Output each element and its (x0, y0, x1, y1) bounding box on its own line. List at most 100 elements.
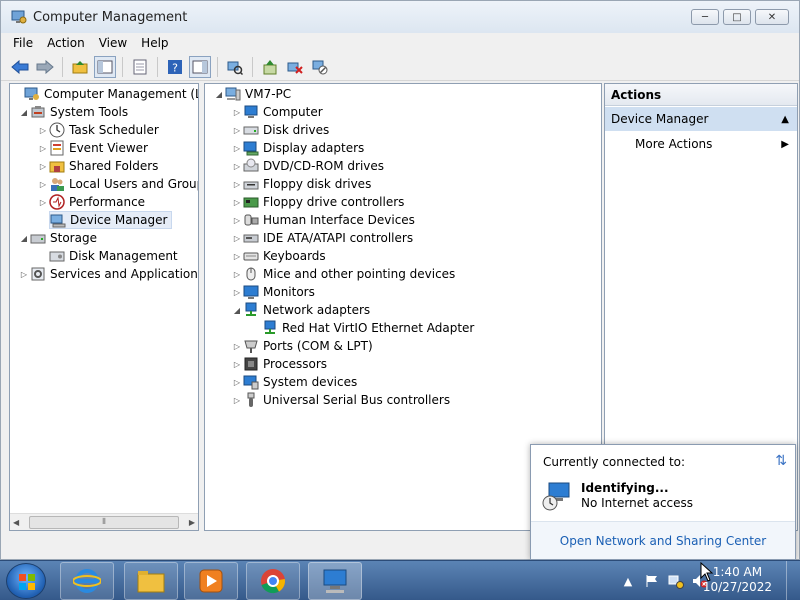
show-hide-console-tree-button[interactable] (94, 55, 116, 78)
taskbar-internet-explorer[interactable] (60, 562, 114, 600)
device-category-computer[interactable]: ▷ Computer (231, 103, 323, 121)
menu-help[interactable]: Help (141, 36, 168, 50)
horizontal-scrollbar[interactable]: ◀ ⦀ ▶ (10, 513, 198, 530)
device-category-display-adapters[interactable]: ▷ Display adapters (231, 139, 364, 157)
network-flyout-heading: Currently connected to: (543, 455, 686, 469)
taskbar-computer-management[interactable] (308, 562, 362, 600)
collapsed-arrow-icon[interactable]: ▷ (37, 126, 49, 135)
menu-action[interactable]: Action (47, 36, 85, 50)
maximize-button[interactable]: □ (723, 9, 751, 25)
show-hidden-icons-icon[interactable]: ▲ (619, 572, 637, 590)
menu-file[interactable]: File (13, 36, 33, 50)
device-category-human-interface-devices[interactable]: ▷ Human Interface Devices (231, 211, 415, 229)
window-title: Computer Management (33, 9, 188, 25)
tree-item-disk-management[interactable]: Disk Management (49, 247, 178, 265)
collapsed-arrow-icon[interactable]: ▷ (18, 270, 30, 279)
device-category-mice[interactable]: ▷ Mice and other pointing devices (231, 265, 455, 283)
tree-item-system-tools[interactable]: ◢ System Tools (18, 103, 128, 121)
collapsed-arrow-icon[interactable]: ▷ (231, 108, 243, 117)
title-bar[interactable]: Computer Management ─ □ ✕ (1, 1, 799, 33)
device-category-ports[interactable]: ▷ Ports (COM & LPT) (231, 337, 373, 355)
device-category-monitors[interactable]: ▷ Monitors (231, 283, 315, 301)
device-category-dvd-drives[interactable]: ▷ DVD/CD-ROM drives (231, 157, 384, 175)
expanded-arrow-icon[interactable]: ◢ (18, 234, 30, 243)
collapsed-arrow-icon[interactable]: ▷ (37, 144, 49, 153)
device-category-disk-drives[interactable]: ▷ Disk drives (231, 121, 329, 139)
collapsed-arrow-icon[interactable]: ▷ (231, 216, 243, 225)
menu-view[interactable]: View (99, 36, 127, 50)
tree-item-task-scheduler[interactable]: ▷ Task Scheduler (37, 121, 159, 139)
properties-button[interactable] (129, 56, 151, 78)
storage-icon (30, 234, 46, 244)
tree-item-storage[interactable]: ◢ Storage (18, 229, 97, 247)
collapsed-arrow-icon[interactable]: ▷ (231, 378, 243, 387)
network-flyout-footer: Open Network and Sharing Center (531, 521, 795, 559)
collapsed-arrow-icon[interactable]: ▷ (231, 144, 243, 153)
uninstall-device-button[interactable] (284, 56, 306, 78)
collapsed-arrow-icon[interactable]: ▷ (231, 252, 243, 261)
taskbar-windows-explorer[interactable] (124, 562, 178, 600)
taskbar-media-player[interactable] (184, 562, 238, 600)
scan-hardware-button[interactable] (224, 56, 246, 78)
collapsed-arrow-icon[interactable]: ▷ (231, 162, 243, 171)
expanded-arrow-icon[interactable]: ◢ (231, 306, 243, 315)
show-hide-action-pane-button[interactable] (189, 55, 211, 78)
expanded-arrow-icon[interactable]: ◢ (213, 90, 225, 99)
collapsed-arrow-icon[interactable]: ▷ (231, 180, 243, 189)
collapsed-arrow-icon[interactable]: ▷ (231, 198, 243, 207)
device-category-network-adapters[interactable]: ◢ Network adapters (231, 301, 370, 319)
more-actions-item[interactable]: More Actions ▶ (605, 134, 797, 154)
expanded-arrow-icon[interactable]: ◢ (18, 108, 30, 117)
collapsed-arrow-icon[interactable]: ▷ (231, 342, 243, 351)
scroll-right-icon[interactable]: ▶ (189, 518, 195, 527)
collapsed-arrow-icon[interactable]: ▷ (231, 396, 243, 405)
device-tree-root[interactable]: ◢ VM7-PC (213, 85, 291, 103)
device-category-floppy-disk-drives[interactable]: ▷ Floppy disk drives (231, 175, 371, 193)
collapsed-arrow-icon[interactable]: ▷ (231, 234, 243, 243)
collapsed-arrow-icon[interactable]: ▷ (37, 162, 49, 171)
minimize-button[interactable]: ─ (691, 9, 719, 25)
taskbar-chrome[interactable] (246, 562, 300, 600)
tree-item-shared-folders[interactable]: ▷ Shared Folders (37, 157, 158, 175)
device-category-processors[interactable]: ▷ Processors (231, 355, 327, 373)
collapse-up-icon[interactable]: ▲ (781, 114, 789, 125)
more-actions-label: More Actions (635, 137, 713, 151)
device-label: DVD/CD-ROM drives (263, 159, 385, 173)
collapsed-arrow-icon[interactable]: ▷ (231, 360, 243, 369)
device-category-usb-controllers[interactable]: ▷ Universal Serial Bus controllers (231, 391, 450, 409)
console-tree-pane[interactable]: Computer Management (Local ◢ System Tool… (9, 83, 199, 531)
tree-item-device-manager[interactable]: Device Manager (49, 211, 173, 229)
close-button[interactable]: ✕ (755, 9, 789, 25)
up-one-level-button[interactable] (69, 56, 91, 78)
collapsed-arrow-icon[interactable]: ▷ (231, 126, 243, 135)
forward-button[interactable] (34, 56, 56, 78)
open-network-sharing-center-link[interactable]: Open Network and Sharing Center (560, 534, 766, 548)
start-button[interactable] (6, 563, 46, 599)
tree-item-computer-management[interactable]: Computer Management (Local (12, 85, 198, 103)
tree-item-event-viewer[interactable]: ▷ Event Viewer (37, 139, 148, 157)
collapsed-arrow-icon[interactable]: ▷ (231, 288, 243, 297)
refresh-icon[interactable]: ⇅ (775, 453, 787, 469)
collapsed-arrow-icon[interactable]: ▷ (37, 180, 49, 189)
device-category-system-devices[interactable]: ▷ System devices (231, 373, 357, 391)
back-button[interactable] (9, 56, 31, 78)
scroll-left-icon[interactable]: ◀ (13, 518, 19, 527)
scrollbar-thumb[interactable]: ⦀ (29, 515, 179, 529)
help-button[interactable]: ? (164, 56, 186, 78)
tree-item-local-users-and-groups[interactable]: ▷ Local Users and Groups (37, 175, 198, 193)
tree-item-performance[interactable]: ▷ Performance (37, 193, 145, 211)
show-desktop-button[interactable] (786, 561, 800, 600)
device-red-hat-virtio-ethernet-adapter[interactable]: Red Hat VirtIO Ethernet Adapter (262, 319, 474, 337)
tree-item-services-and-applications[interactable]: ▷ Services and Applications (18, 265, 198, 283)
device-label: Universal Serial Bus controllers (263, 393, 451, 407)
actions-section-device-manager[interactable]: Device Manager ▲ (605, 107, 797, 131)
collapsed-arrow-icon[interactable]: ▷ (231, 270, 243, 279)
network-tray-icon[interactable] (667, 572, 685, 590)
update-driver-button[interactable] (259, 56, 281, 78)
device-category-keyboards[interactable]: ▷ Keyboards (231, 247, 326, 265)
collapsed-arrow-icon[interactable]: ▷ (37, 198, 49, 207)
disable-device-button[interactable] (309, 56, 331, 78)
action-center-flag-icon[interactable] (643, 572, 661, 590)
device-category-ide-controllers[interactable]: ▷ IDE ATA/ATAPI controllers (231, 229, 413, 247)
device-category-floppy-drive-controllers[interactable]: ▷ Floppy drive controllers (231, 193, 405, 211)
